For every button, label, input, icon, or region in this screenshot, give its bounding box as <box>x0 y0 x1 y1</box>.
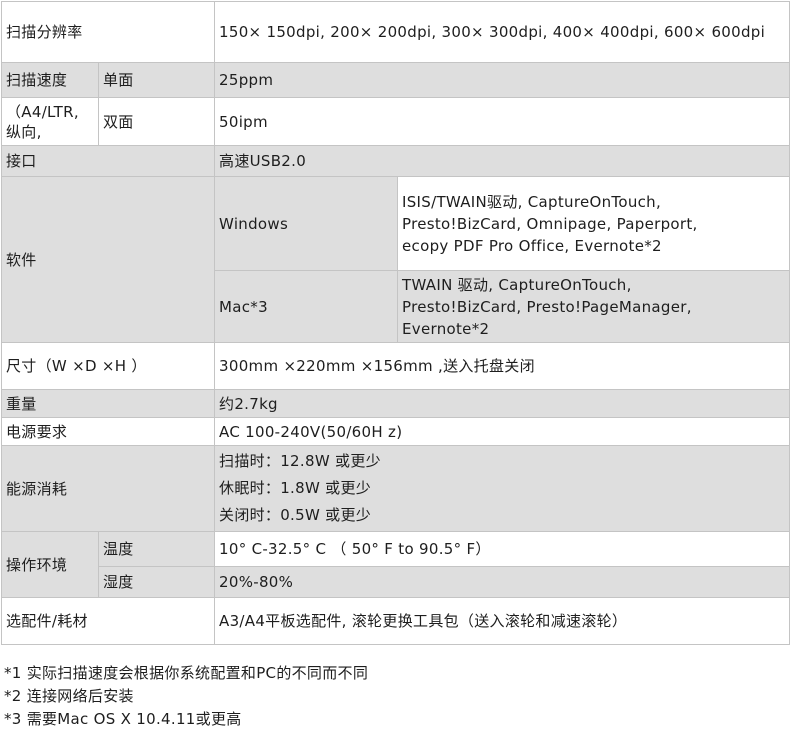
weight-label: 重量 <box>0 389 216 418</box>
speed-label: 扫描速度 <box>1 62 99 98</box>
software-windows-line: ecopy PDF Pro Office, Evernote*2 <box>402 236 662 255</box>
software-label: 软件 <box>0 176 216 343</box>
spec-table: 扫描分辨率 150× 150dpi, 200× 200dpi, 300× 300… <box>0 1 790 645</box>
size-label: 尺寸（W ×D ×H ） <box>0 342 216 390</box>
simplex-label: 单面 <box>97 62 216 98</box>
software-mac-label: Mac*3 <box>214 270 399 343</box>
power-consumption-value: 扫描时：12.8W 或更少 休眠时：1.8W 或更少 关闭时：0.5W 或更少 <box>214 445 790 532</box>
resolution-value: 150× 150dpi, 200× 200dpi, 300× 300dpi, 4… <box>214 1 790 63</box>
software-windows-value: ISIS/TWAIN驱动, CaptureOnTouch, Presto!Biz… <box>397 176 790 271</box>
speed-label-note: （A4/LTR,纵向, <box>1 97 99 146</box>
speed-duplex-row: （A4/LTR,纵向, 双面 50ipm <box>1 97 790 146</box>
power-consumption-line: 扫描时：12.8W 或更少 <box>219 452 381 470</box>
resolution-label: 扫描分辨率 <box>0 1 216 63</box>
duplex-value: 50ipm <box>214 97 790 146</box>
size-value: 300mm ×220mm ×156mm ,送入托盘关闭 <box>214 342 790 390</box>
footnote: *1 实际扫描速度会根据你系统配置和PC的不同而不同 <box>4 664 369 682</box>
power-requirement-row: 电源要求 AC 100-240V(50/60H z) <box>0 417 790 446</box>
weight-value: 约2.7kg <box>214 389 790 418</box>
interface-row: 接口 高速USB2.0 <box>0 145 790 177</box>
spec-sheet: 扫描分辨率 150× 150dpi, 200× 200dpi, 300× 300… <box>0 0 790 744</box>
options-value: A3/A4平板选配件, 滚轮更换工具包（送入滚轮和减速滚轮） <box>214 597 790 645</box>
software-windows-line: Presto!BizCard, Omnipage, Paperport, <box>402 214 698 233</box>
power-requirement-value: AC 100-240V(50/60H z) <box>214 417 790 446</box>
power-consumption-label: 能源消耗 <box>0 445 216 532</box>
resolution-row: 扫描分辨率 150× 150dpi, 200× 200dpi, 300× 300… <box>0 1 790 63</box>
weight-row: 重量 约2.7kg <box>0 389 790 418</box>
software-mac-line: Presto!BizCard, Presto!PageManager, <box>402 297 692 316</box>
software-mac-line: TWAIN 驱动, CaptureOnTouch, <box>402 275 632 294</box>
software-mac-value: TWAIN 驱动, CaptureOnTouch, Presto!BizCard… <box>397 270 790 343</box>
humidity-label: 湿度 <box>97 566 216 598</box>
temperature-row: 操作环境 温度 10° C-32.5° C （ 50° F to 90.5° F… <box>1 531 790 598</box>
temperature-value: 10° C-32.5° C （ 50° F to 90.5° F） <box>214 531 790 567</box>
software-mac-line: Evernote*2 <box>402 319 490 338</box>
temperature-label: 温度 <box>97 531 216 567</box>
humidity-value: 20%-80% <box>214 566 790 598</box>
speed-simplex-row: 扫描速度 单面 25ppm <box>1 62 790 98</box>
duplex-label: 双面 <box>97 97 216 146</box>
software-windows-row: 软件 Windows ISIS/TWAIN驱动, CaptureOnTouch,… <box>0 176 790 343</box>
software-windows-line: ISIS/TWAIN驱动, CaptureOnTouch, <box>402 192 662 211</box>
environment-label: 操作环境 <box>1 531 99 598</box>
simplex-value: 25ppm <box>214 62 790 98</box>
power-consumption-line: 关闭时：0.5W 或更少 <box>219 506 372 524</box>
power-consumption-row: 能源消耗 扫描时：12.8W 或更少 休眠时：1.8W 或更少 关闭时：0.5W… <box>0 445 790 532</box>
options-label: 选配件/耗材 <box>0 597 216 645</box>
interface-value: 高速USB2.0 <box>214 145 790 177</box>
options-row: 选配件/耗材 A3/A4平板选配件, 滚轮更换工具包（送入滚轮和减速滚轮） <box>0 597 790 645</box>
footnote: *3 需要Mac OS X 10.4.11或更高 <box>4 710 242 728</box>
footnotes: *1 实际扫描速度会根据你系统配置和PC的不同而不同 *2 连接网络后安装 *3… <box>4 662 784 731</box>
power-requirement-label: 电源要求 <box>0 417 216 446</box>
software-windows-label: Windows <box>214 176 399 271</box>
humidity-row: 湿度 20%-80% <box>2 566 790 598</box>
power-consumption-line: 休眠时：1.8W 或更少 <box>219 479 372 497</box>
interface-label: 接口 <box>0 145 216 177</box>
size-row: 尺寸（W ×D ×H ） 300mm ×220mm ×156mm ,送入托盘关闭 <box>0 342 790 390</box>
footnote: *2 连接网络后安装 <box>4 687 134 705</box>
